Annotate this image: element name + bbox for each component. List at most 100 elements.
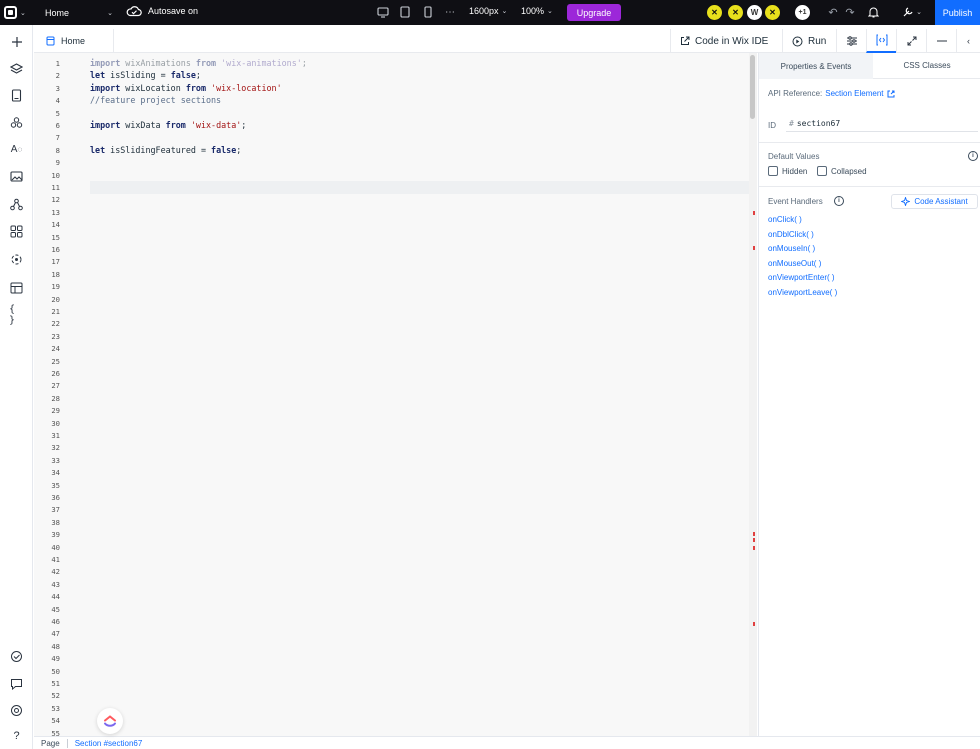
pages-icon[interactable] bbox=[9, 88, 24, 103]
code-assistant-button[interactable]: Code Assistant bbox=[891, 194, 978, 209]
zoom-selector[interactable]: 100% ⌄ bbox=[521, 6, 553, 16]
tab-css-classes[interactable]: CSS Classes bbox=[873, 53, 980, 79]
id-input[interactable]: # section67 bbox=[786, 116, 978, 132]
line-number: 26 bbox=[51, 369, 60, 378]
more-breakpoints-icon[interactable]: ⋯ bbox=[444, 5, 456, 19]
checkbox-box bbox=[768, 166, 778, 176]
collapse-panel-button[interactable]: ‹ bbox=[956, 29, 980, 53]
line-number: 12 bbox=[51, 195, 60, 205]
desktop-icon bbox=[377, 6, 389, 18]
info-icon[interactable]: i bbox=[834, 196, 844, 206]
comments-icon[interactable] bbox=[9, 676, 24, 691]
interactions-icon[interactable] bbox=[9, 197, 24, 212]
code-line[interactable]: let isSlidingFeatured = false; bbox=[90, 145, 241, 155]
handler-onmousein[interactable]: onMouseIn( ) bbox=[768, 244, 815, 253]
handler-onmouseout[interactable]: onMouseOut( ) bbox=[768, 259, 821, 268]
file-tab-home[interactable]: Home bbox=[34, 29, 114, 53]
code-line[interactable]: import wixLocation from 'wix-location' bbox=[90, 83, 282, 93]
code-line[interactable]: import wixData from 'wix-data'; bbox=[90, 120, 246, 130]
clickup-logo-icon[interactable] bbox=[97, 708, 123, 734]
breadcrumb-section[interactable]: Section #section67 bbox=[75, 739, 143, 748]
line-number: 5 bbox=[55, 108, 60, 118]
hidden-checkbox[interactable]: Hidden bbox=[768, 166, 807, 176]
handler-onclick[interactable]: onClick( ) bbox=[768, 215, 802, 224]
collapsed-checkbox[interactable]: Collapsed bbox=[817, 166, 867, 176]
line-number: 32 bbox=[51, 443, 60, 453]
help-center-icon[interactable] bbox=[9, 703, 24, 718]
error-marker bbox=[753, 538, 755, 542]
code-in-ide-button[interactable]: Code in Wix IDE bbox=[670, 29, 777, 53]
cms-table-icon[interactable] bbox=[9, 280, 24, 295]
collaborator-avatar[interactable]: W bbox=[745, 3, 764, 22]
code-line[interactable]: import wixAnimations from 'wix-animation… bbox=[90, 58, 307, 68]
site-menu-button[interactable]: ⌄ bbox=[4, 4, 26, 21]
line-number: 10 bbox=[51, 170, 60, 180]
line-number: 11 bbox=[51, 183, 60, 192]
code-braces-icon[interactable]: { } bbox=[9, 304, 24, 326]
handler-onviewportenter[interactable]: onViewportEnter( ) bbox=[768, 273, 835, 282]
run-label: Run bbox=[808, 35, 827, 47]
media-icon[interactable] bbox=[9, 169, 24, 184]
autosave-status[interactable]: Autosave on bbox=[126, 5, 198, 17]
line-number: 52 bbox=[51, 691, 60, 701]
divider bbox=[759, 142, 980, 143]
minimize-button[interactable] bbox=[926, 29, 956, 53]
chevron-down-icon: ⌄ bbox=[107, 9, 113, 17]
page-selector[interactable]: Home ⌄ bbox=[45, 6, 113, 19]
width-selector[interactable]: 1600px ⌄ bbox=[469, 6, 507, 16]
line-number: 53 bbox=[51, 703, 60, 713]
line-number: 49 bbox=[51, 654, 60, 664]
line-number: 9 bbox=[55, 158, 60, 168]
external-link-icon bbox=[681, 36, 690, 45]
tools-menu-icon[interactable]: ⌄ bbox=[900, 5, 924, 19]
info-icon[interactable]: i bbox=[968, 151, 978, 161]
panel-tabs: Properties & Events CSS Classes bbox=[759, 53, 980, 79]
tablet-view-button[interactable] bbox=[399, 5, 411, 19]
checklist-icon[interactable] bbox=[9, 649, 24, 664]
line-number: 20 bbox=[51, 294, 60, 304]
tab-properties-events[interactable]: Properties & Events bbox=[759, 53, 873, 79]
help-icon[interactable]: ? bbox=[9, 728, 24, 743]
apps-icon[interactable] bbox=[9, 224, 24, 239]
line-number: 41 bbox=[51, 555, 60, 564]
scrollbar-thumb[interactable] bbox=[750, 55, 755, 119]
code-editor[interactable]: 1 2 3 4 5 6 7 8 9 10 11 12 13 14 15 16 17 18 19 20 21 22 23 24 2… bbox=[34, 53, 749, 736]
line-number: 31 bbox=[51, 431, 60, 440]
properties-toggle[interactable] bbox=[836, 29, 866, 53]
collaborator-avatar[interactable]: ✕ bbox=[763, 3, 782, 22]
desktop-view-button[interactable] bbox=[377, 5, 389, 19]
business-apps-icon[interactable] bbox=[9, 252, 24, 267]
text-styles-icon[interactable]: A ◌ bbox=[9, 142, 24, 157]
code-line[interactable]: //feature project sections bbox=[90, 95, 221, 105]
publish-button[interactable]: Publish bbox=[935, 0, 980, 25]
line-number: 35 bbox=[51, 480, 60, 490]
mobile-view-button[interactable] bbox=[422, 5, 434, 19]
line-number: 46 bbox=[51, 617, 60, 626]
redo-icon[interactable]: ↷ bbox=[843, 5, 857, 19]
maximize-button[interactable] bbox=[896, 29, 926, 53]
file-tab-label: Home bbox=[61, 36, 86, 46]
notifications-bell-icon[interactable] bbox=[866, 5, 880, 19]
code-panel-toggle[interactable] bbox=[866, 29, 896, 53]
code-line[interactable]: let isSliding = false; bbox=[90, 70, 201, 80]
upgrade-button[interactable]: Upgrade bbox=[567, 4, 621, 21]
collaborator-avatar[interactable]: ✕ bbox=[726, 3, 745, 22]
line-number: 8 bbox=[55, 145, 60, 155]
run-button[interactable]: Run bbox=[782, 29, 835, 53]
page-name: Home bbox=[45, 7, 70, 18]
undo-icon[interactable]: ↶ bbox=[826, 5, 840, 19]
autosave-label: Autosave on bbox=[148, 6, 199, 16]
breadcrumb-page[interactable]: Page bbox=[41, 739, 60, 748]
handler-onviewportleave[interactable]: onViewportLeave( ) bbox=[768, 288, 837, 297]
chevron-left-icon: ‹ bbox=[967, 36, 970, 46]
more-collaborators-badge[interactable]: +1 bbox=[793, 3, 812, 22]
api-reference-link[interactable]: Section Element bbox=[825, 89, 883, 98]
design-icon[interactable] bbox=[9, 115, 24, 130]
line-number: 44 bbox=[51, 592, 60, 602]
layers-icon[interactable] bbox=[9, 61, 24, 76]
zoom-value: 100% bbox=[521, 6, 545, 16]
handler-ondblclick[interactable]: onDblClick( ) bbox=[768, 230, 814, 239]
code-scrollbar[interactable] bbox=[749, 53, 757, 736]
add-elements-icon[interactable] bbox=[9, 34, 24, 49]
collaborator-avatar[interactable]: ✕ bbox=[705, 3, 724, 22]
